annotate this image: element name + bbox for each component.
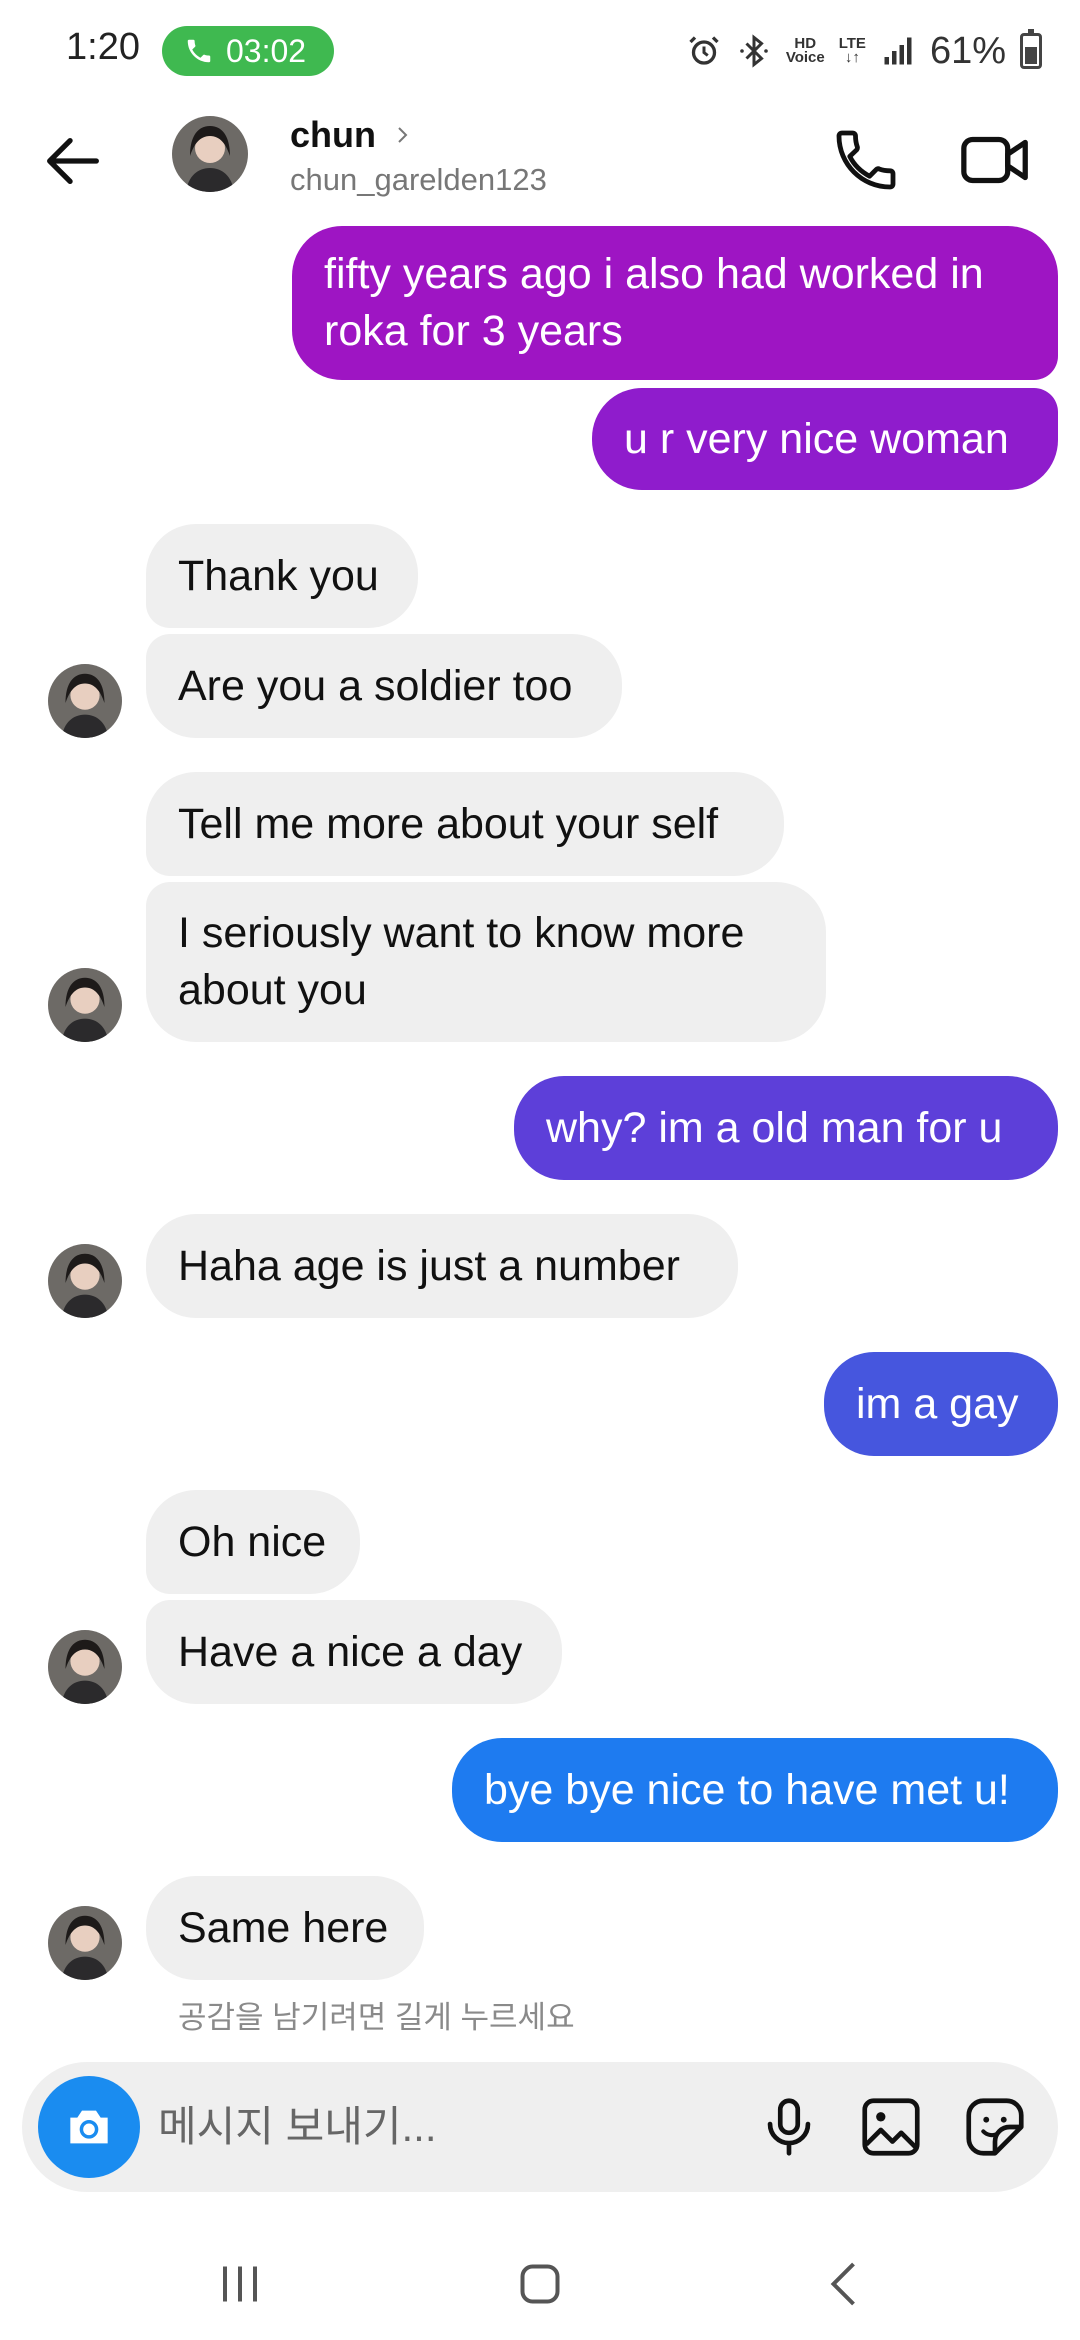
status-time: 1:20 (66, 26, 140, 68)
call-timer: 03:02 (226, 32, 307, 69)
contact-name[interactable]: chun (290, 114, 414, 156)
phone-icon[interactable] (830, 124, 902, 196)
sent-message[interactable]: u r very nice woman (592, 388, 1058, 490)
received-message[interactable]: Thank you (146, 524, 418, 628)
hd-voice-icon: HD Voice (785, 35, 825, 66)
message-input[interactable] (158, 2094, 758, 2160)
sent-message[interactable]: im a gay (824, 1352, 1058, 1456)
battery-percent: 61% (929, 29, 1006, 72)
received-message[interactable]: Haha age is just a number (146, 1214, 738, 1318)
avatar[interactable] (48, 968, 122, 1042)
status-icons: HD Voice LTE ↓↑ 61% (686, 26, 1042, 76)
lte-icon: LTE ↓↑ (838, 35, 866, 66)
status-bar: 1:20 03:02 HD Voice LTE ↓↑ 61% (0, 0, 1080, 104)
signal-icon (884, 37, 912, 65)
camera-icon (70, 2110, 108, 2144)
sticker-icon[interactable] (960, 2092, 1030, 2162)
image-icon[interactable] (856, 2092, 926, 2162)
camera-button[interactable] (38, 2076, 140, 2178)
bluetooth-icon (740, 34, 768, 68)
chat-header: chun chun_garelden123 (0, 104, 1080, 224)
battery-icon (1020, 29, 1042, 69)
recent-apps-icon[interactable] (210, 2254, 270, 2314)
received-message[interactable]: I seriously want to know more about you (146, 882, 826, 1042)
arrow-left-icon[interactable] (38, 126, 108, 196)
avatar[interactable] (48, 1906, 122, 1980)
sent-message[interactable]: fifty years ago i also had worked in rok… (292, 226, 1058, 380)
alarm-icon (689, 36, 719, 65)
phone-icon (187, 39, 211, 63)
ongoing-call-pill[interactable]: 03:02 (162, 26, 334, 76)
avatar[interactable] (48, 664, 122, 738)
message-composer (22, 2062, 1058, 2192)
received-message[interactable]: Same here (146, 1876, 424, 1980)
reaction-hint: 공감을 남기려면 길게 누르세요 (178, 2000, 575, 2035)
video-camera-icon[interactable] (958, 124, 1034, 196)
avatar[interactable] (48, 1630, 122, 1704)
received-message[interactable]: Have a nice a day (146, 1600, 562, 1704)
avatar[interactable] (172, 116, 248, 192)
microphone-icon[interactable] (754, 2092, 824, 2162)
received-message[interactable]: Oh nice (146, 1490, 360, 1594)
sent-message[interactable]: why? im a old man for u (514, 1076, 1058, 1180)
back-icon[interactable] (816, 2254, 876, 2314)
avatar[interactable] (48, 1244, 122, 1318)
contact-handle[interactable]: chun_garelden123 (290, 162, 547, 198)
received-message[interactable]: Tell me more about your self (146, 772, 784, 876)
home-icon[interactable] (510, 2254, 570, 2314)
sent-message[interactable]: bye bye nice to have met u! (452, 1738, 1058, 1842)
system-nav-bar (0, 2230, 1080, 2340)
chevron-right-icon (398, 127, 408, 143)
received-message[interactable]: Are you a soldier too (146, 634, 622, 738)
